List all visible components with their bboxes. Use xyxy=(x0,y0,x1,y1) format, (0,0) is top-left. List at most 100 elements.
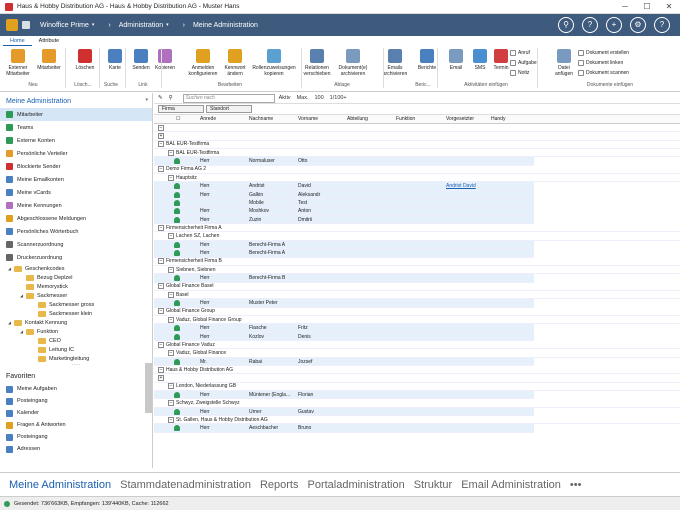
expand-toggle[interactable]: + xyxy=(158,374,164,381)
table-row[interactable]: Herr Flasche Fritz xyxy=(154,324,534,333)
sidebar-item-externe-konten[interactable]: Externe Konten xyxy=(0,134,152,147)
table-row[interactable]: Herr Berecht-Firma A xyxy=(154,249,534,258)
ribbon-dokument-linken-button[interactable]: Dokument linken xyxy=(578,60,623,66)
group-by-standort[interactable]: Standort xyxy=(206,105,252,113)
aktiv-filter[interactable]: Aktiv xyxy=(279,95,291,101)
ribbon-mitarbeiter-button[interactable]: Mitarbeiter xyxy=(34,49,64,71)
collapse-toggle[interactable]: − xyxy=(158,258,164,265)
collapse-toggle[interactable]: − xyxy=(168,233,174,240)
search-icon[interactable]: ⚲ xyxy=(558,17,574,33)
table-row[interactable]: Herr Muster Peter xyxy=(154,299,534,308)
column-funktion[interactable]: Funktion xyxy=(396,116,415,122)
minimize-button[interactable]: ─ xyxy=(614,0,636,14)
table-row[interactable]: Mobile Test xyxy=(154,199,534,208)
table-row[interactable]: Herr Müntener (Engla... Florian xyxy=(154,391,534,400)
module-tab-portaladministration[interactable]: Portaladministration xyxy=(307,479,404,491)
tree-node[interactable]: CEO xyxy=(4,336,152,345)
sidebar-item-teams[interactable]: Teams xyxy=(0,121,152,134)
favorite-item[interactable]: Posteingang xyxy=(0,431,152,443)
sidebar-scrollbar[interactable] xyxy=(145,363,152,413)
collapse-toggle[interactable]: − xyxy=(168,400,174,407)
module-tab--[interactable]: ••• xyxy=(570,479,582,491)
settings-icon[interactable]: ⚙ xyxy=(630,17,646,33)
collapse-toggle[interactable]: − xyxy=(158,366,164,373)
ribbon-dokument-e-archivieren-button[interactable]: Dokument(e) archivieren xyxy=(338,49,368,77)
tree-node[interactable]: ◢ Sackmesser xyxy=(4,291,152,300)
column-vorname[interactable]: Vorname xyxy=(298,116,318,122)
table-row[interactable]: Herr Aeschbacher Bruno xyxy=(154,424,534,433)
module-tab-meine-administration[interactable]: Meine Administration xyxy=(9,479,111,491)
ribbon-aufgabe-button[interactable]: Aufgabe xyxy=(510,60,537,66)
sidebar-item-meine-kennungen[interactable]: Meine Kennungen xyxy=(0,199,152,212)
help-icon[interactable]: ? xyxy=(582,17,598,33)
add-icon[interactable]: + xyxy=(606,17,622,33)
expand-toggle[interactable]: + xyxy=(158,133,164,140)
select-all-checkbox[interactable]: ☐ xyxy=(176,116,180,122)
favorite-item[interactable]: Meine Aufgaben xyxy=(0,383,152,395)
tree-node[interactable]: Leitung IC xyxy=(4,345,152,354)
collapse-toggle[interactable]: − xyxy=(168,266,174,273)
tree-node[interactable]: Sackmesser gross xyxy=(4,300,152,309)
collapse-toggle[interactable]: − xyxy=(168,349,174,356)
cell-vorgesetzter[interactable]: Andrist David xyxy=(446,183,476,189)
module-tab-stammdatenadministration[interactable]: Stammdatenadministration xyxy=(120,479,251,491)
ribbon-anruf-button[interactable]: Anruf xyxy=(510,50,530,56)
home-icon[interactable] xyxy=(22,21,30,29)
column-vorgesetzter[interactable]: Vorgesetzter xyxy=(446,116,474,122)
max-input[interactable]: 100 xyxy=(314,95,323,101)
tree-node[interactable]: ◢ Funktion xyxy=(4,327,152,336)
ribbon-anmelden-konfigurieren-button[interactable]: Anmelden konfigurieren xyxy=(188,49,218,77)
tree-node[interactable]: ◢ Geschenkcodes xyxy=(4,264,152,273)
table-row[interactable]: Herr Urner Gustav xyxy=(154,407,534,417)
table-row[interactable]: Herr Galkin Aleksandr xyxy=(154,190,534,200)
ribbon-externer-mitarbeiter-button[interactable]: Externer Mitarbeiter xyxy=(2,49,34,77)
collapse-toggle[interactable]: − xyxy=(158,341,164,348)
table-row[interactable]: Herr Berecht-Firma A xyxy=(154,240,534,250)
collapse-toggle[interactable]: − xyxy=(158,308,164,315)
collapse-toggle[interactable]: − xyxy=(168,416,174,423)
table-row[interactable]: Herr Normaluser Otto xyxy=(154,157,534,166)
favorite-item[interactable]: Adressen xyxy=(0,443,152,455)
collapse-toggle[interactable]: − xyxy=(168,383,174,390)
tree-node[interactable]: ◢ Kontakt Kennung xyxy=(4,318,152,327)
sidebar-item-blockierte-sender[interactable]: Blockierte Sender xyxy=(0,160,152,173)
sidebar-item-meine-vcards[interactable]: Meine vCards xyxy=(0,186,152,199)
table-row[interactable]: Herr Zuzin Dmitrii xyxy=(154,215,534,225)
nav-module[interactable]: Administration ▾ xyxy=(119,22,169,29)
ribbon-dokument-erstellen-button[interactable]: Dokument erstellen xyxy=(578,50,629,56)
sidebar-item-druckerzuordnung[interactable]: Druckerzuordnung xyxy=(0,251,152,264)
ribbon-datei-anf-gen-button[interactable]: Datei anfügen xyxy=(549,49,579,77)
pin-icon[interactable]: ▾ xyxy=(145,97,148,103)
favorite-item[interactable]: Posteingang xyxy=(0,395,152,407)
close-button[interactable]: ✕ xyxy=(658,0,680,14)
tab-home[interactable]: Home xyxy=(3,36,32,46)
group-by-firma[interactable]: Firma xyxy=(158,105,204,113)
collapse-toggle[interactable]: − xyxy=(158,141,164,148)
collapse-toggle[interactable]: − xyxy=(168,174,174,181)
collapse-toggle[interactable]: − xyxy=(168,316,174,323)
favorite-item[interactable]: Kalender xyxy=(0,407,152,419)
sidebar-item-scannerzuordnung[interactable]: Scannerzuordnung xyxy=(0,238,152,251)
tab-attribute[interactable]: Attribute xyxy=(32,36,66,46)
collapse-toggle[interactable]: − xyxy=(158,166,164,173)
column-abteilung[interactable]: Abteilung xyxy=(347,116,368,122)
maximize-button[interactable]: ☐ xyxy=(636,0,658,14)
expand-toggle[interactable]: − xyxy=(158,124,164,131)
info-icon[interactable]: ? xyxy=(654,17,670,33)
collapse-toggle[interactable]: − xyxy=(158,283,164,290)
ribbon-rollenzuweisungen-kopieren-button[interactable]: Rollenzuweisungen kopieren xyxy=(250,49,298,77)
sidebar-item-mitarbeiter[interactable]: Mitarbeiter xyxy=(0,108,152,121)
ribbon-kennwort-ndern-button[interactable]: Kennwort ändern xyxy=(220,49,250,77)
sidebar-item-abgeschlossene-meldungen[interactable]: Abgeschlossene Meldungen xyxy=(0,212,152,225)
module-tab-email-administration[interactable]: Email Administration xyxy=(461,479,561,491)
table-row[interactable]: Herr Berecht-Firma B xyxy=(154,274,534,283)
table-row[interactable]: Herr Moshkov Anton xyxy=(154,207,534,216)
column-anrede[interactable]: Anrede xyxy=(200,116,216,122)
ribbon-relationen-verschieben-button[interactable]: Relationen verschieben xyxy=(302,49,332,77)
ribbon-emails-archivieren-button[interactable]: Emails archivieren xyxy=(380,49,410,77)
nav-product[interactable]: Winoffice Prime ▾ xyxy=(40,22,94,29)
collapse-toggle[interactable]: − xyxy=(158,224,164,231)
ribbon-l-schen-button[interactable]: Löschen xyxy=(70,49,100,71)
edit-icon[interactable]: ✎ xyxy=(158,95,163,101)
sidebar-item-pers-nliche-verteiler[interactable]: Persönliche Verteiler xyxy=(0,147,152,160)
